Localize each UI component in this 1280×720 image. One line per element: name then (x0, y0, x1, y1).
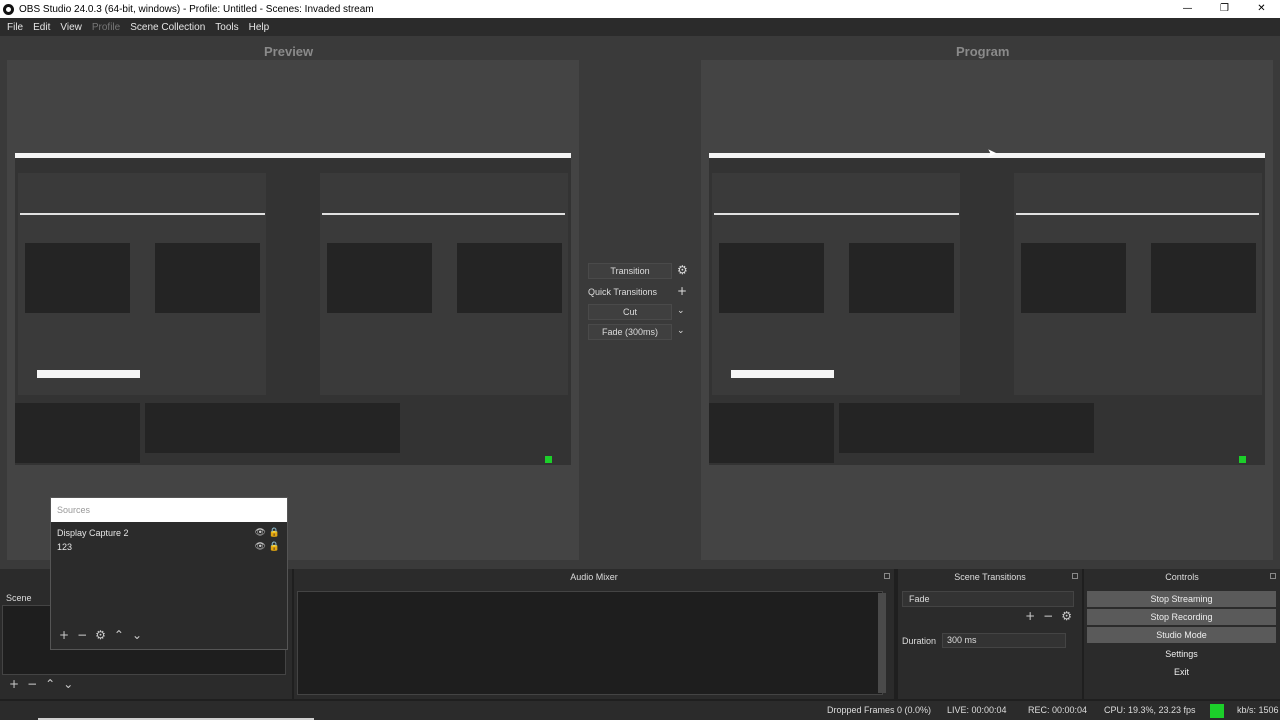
scene-title: Scene (6, 593, 32, 603)
dropped-frames: Dropped Frames 0 (0.0%) (827, 705, 932, 715)
remove-icon[interactable]: − (27, 677, 37, 691)
scene-toolbar: + − ⌃ ⌄ (9, 677, 73, 691)
gear-icon[interactable]: ⚙ (1061, 609, 1072, 623)
bitrate: kb/s: 1506 (1237, 705, 1279, 715)
float-icon[interactable] (1270, 573, 1276, 579)
menu-edit[interactable]: Edit (28, 22, 55, 33)
chevron-down-icon[interactable]: ⌄ (677, 323, 685, 339)
menu-file[interactable]: File (2, 22, 28, 33)
source-name: Display Capture 2 (57, 528, 129, 538)
program-nested-capture (709, 153, 1265, 465)
chevron-down-icon[interactable]: ⌄ (677, 303, 685, 319)
stop-recording-button[interactable]: Stop Recording (1087, 609, 1276, 625)
menu-bar: File Edit View Profile Scene Collection … (0, 18, 1280, 36)
maximize-icon[interactable]: ❐ (1206, 0, 1243, 18)
minimize-icon[interactable]: — (1169, 0, 1206, 18)
audio-mixer-scrollbar[interactable] (878, 593, 886, 693)
float-icon[interactable] (1072, 573, 1078, 579)
scene-transitions-dock: Scene Transitions Fade + − ⚙ Duration 30… (898, 569, 1082, 699)
obs-logo-icon (3, 3, 14, 15)
add-icon[interactable]: + (59, 628, 69, 642)
preview-label: Preview (264, 44, 314, 59)
transition-select[interactable]: Fade (902, 591, 1074, 607)
sources-toolbar: + − ⚙ ⌃ ⌄ (59, 628, 142, 642)
title-bar: OBS Studio 24.0.3 (64-bit, windows) - Pr… (0, 0, 1280, 18)
controls-title: Controls (1165, 572, 1199, 582)
move-up-icon[interactable]: ⌃ (114, 628, 124, 642)
studio-main-area: Preview Program Transition ⚙ Quick Trans… (0, 36, 1280, 569)
menu-profile[interactable]: Profile (87, 22, 125, 33)
remove-icon[interactable]: − (77, 628, 87, 642)
transition-button[interactable]: Transition (588, 263, 672, 279)
program-label: Program (956, 44, 1010, 59)
sources-list: Display Capture 2 👁 🔒 123 👁 🔒 (54, 525, 284, 625)
source-item[interactable]: 123 (57, 542, 281, 552)
eye-lock-icon[interactable]: 👁 🔒 (255, 542, 281, 552)
audio-mixer-panel (297, 591, 883, 695)
add-icon[interactable]: + (1025, 609, 1035, 623)
window-title: OBS Studio 24.0.3 (64-bit, windows) - Pr… (19, 3, 374, 15)
window-controls: — ❐ ✕ (1169, 0, 1280, 18)
menu-help[interactable]: Help (244, 22, 275, 33)
menu-tools[interactable]: Tools (210, 22, 243, 33)
settings-button[interactable]: Settings (1087, 646, 1276, 662)
float-icon[interactable] (884, 573, 890, 579)
eye-lock-icon[interactable]: 👁 🔒 (255, 528, 281, 538)
stop-streaming-button[interactable]: Stop Streaming (1087, 591, 1276, 607)
menu-view[interactable]: View (55, 22, 87, 33)
add-icon[interactable]: + (9, 677, 19, 691)
quick-transitions-label: Quick Transitions (588, 287, 658, 297)
audio-mixer-title: Audio Mixer (570, 572, 618, 582)
status-bar: Dropped Frames 0 (0.0%) LIVE: 00:00:04 R… (0, 701, 1280, 720)
program-canvas (701, 60, 1273, 560)
menu-scene-collection[interactable]: Scene Collection (125, 22, 210, 33)
transition-toolbar: + − ⚙ (1025, 609, 1072, 623)
remove-icon[interactable]: − (1043, 609, 1053, 623)
move-up-icon[interactable]: ⌃ (45, 677, 55, 691)
status-indicator (1210, 704, 1224, 718)
mouse-cursor-icon: ➤ (987, 146, 998, 160)
scene-transitions-title: Scene Transitions (954, 572, 1026, 582)
cut-button[interactable]: Cut (588, 304, 672, 320)
duration-label: Duration (902, 636, 937, 646)
gear-icon[interactable]: ⚙ (95, 628, 106, 642)
gear-icon[interactable]: ⚙ (677, 262, 688, 278)
audio-mixer-dock: Audio Mixer (294, 569, 894, 699)
sources-title: Sources (51, 498, 287, 522)
duration-input[interactable]: 300 ms (942, 633, 1066, 648)
studio-mode-button[interactable]: Studio Mode (1087, 627, 1276, 643)
live-time: LIVE: 00:00:04 (947, 705, 1007, 715)
preview-canvas[interactable] (7, 60, 579, 560)
sources-dock: Sources Display Capture 2 👁 🔒 123 👁 🔒 + … (50, 497, 288, 650)
move-down-icon[interactable]: ⌄ (63, 677, 73, 691)
rec-time: REC: 00:00:04 (1028, 705, 1088, 715)
plus-icon[interactable]: + (677, 283, 687, 299)
fade-button[interactable]: Fade (300ms) (588, 324, 672, 340)
source-item[interactable]: Display Capture 2 (57, 528, 281, 538)
source-name: 123 (57, 542, 73, 552)
cpu-usage: CPU: 19.3%, 23.23 fps (1104, 705, 1196, 715)
preview-nested-capture (15, 153, 571, 465)
close-icon[interactable]: ✕ (1243, 0, 1280, 18)
exit-button[interactable]: Exit (1087, 664, 1276, 680)
move-down-icon[interactable]: ⌄ (132, 628, 142, 642)
